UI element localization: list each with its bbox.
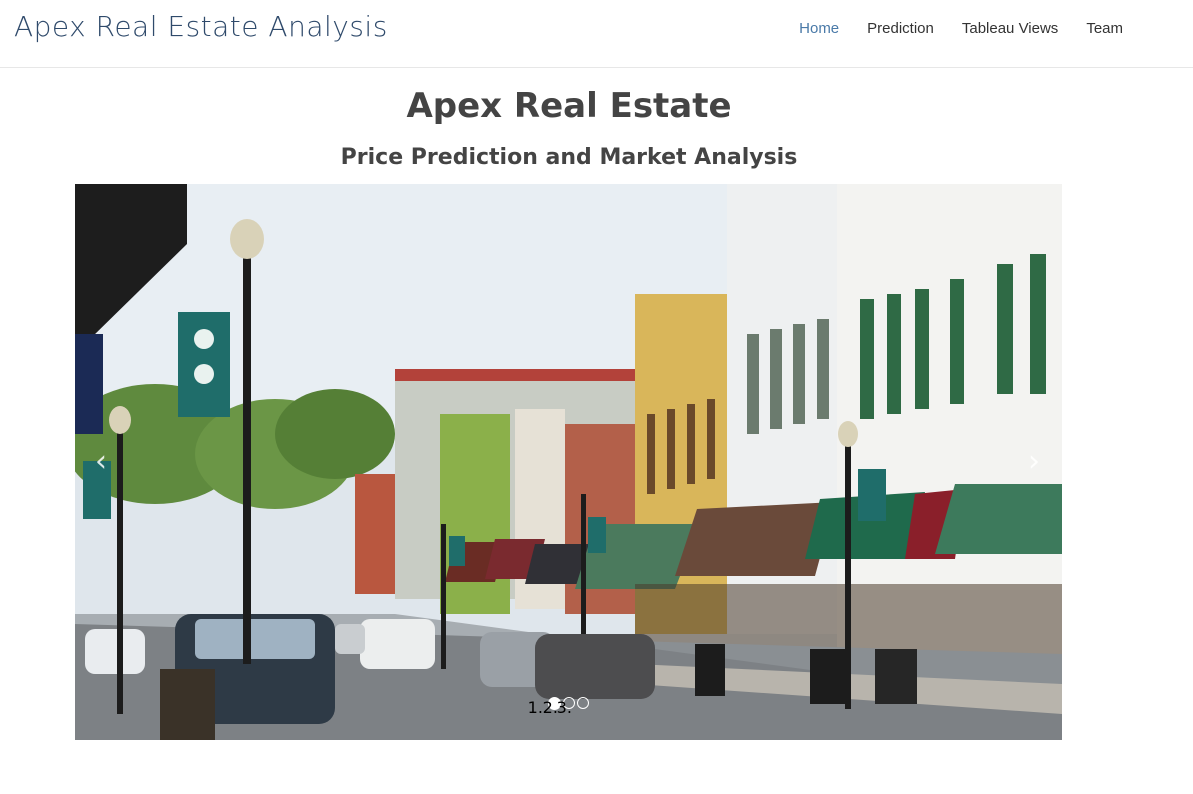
carousel-indicator-3[interactable] (577, 697, 589, 709)
nav-link-prediction[interactable]: Prediction (867, 20, 934, 37)
main-street-storefronts-photo (75, 184, 1062, 740)
carousel-prev-button[interactable]: ‹ (85, 446, 117, 478)
nav-item-prediction: Prediction (853, 18, 948, 39)
image-carousel: ‹ › (75, 184, 1062, 740)
navbar: Apex Real Estate Analysis Home Predictio… (0, 0, 1193, 68)
nav-link-home[interactable]: Home (799, 20, 839, 37)
chevron-right-icon: › (1028, 444, 1040, 479)
carousel-indicators (75, 697, 1062, 710)
page-title: Apex Real Estate (406, 86, 732, 126)
nav-menu: Home Prediction Tableau Views Team (785, 18, 1137, 39)
nav-link-tableau-views[interactable]: Tableau Views (962, 20, 1058, 37)
nav-item-tableau-views: Tableau Views (948, 18, 1072, 39)
carousel-next-button[interactable]: › (1018, 446, 1050, 478)
nav-link-team[interactable]: Team (1086, 20, 1123, 37)
brand-link[interactable]: Apex Real Estate Analysis (14, 10, 388, 43)
nav-item-team: Team (1072, 18, 1137, 39)
chevron-left-icon: ‹ (95, 444, 107, 479)
page-subtitle: Price Prediction and Market Analysis (340, 145, 798, 170)
nav-item-home: Home (785, 18, 853, 39)
